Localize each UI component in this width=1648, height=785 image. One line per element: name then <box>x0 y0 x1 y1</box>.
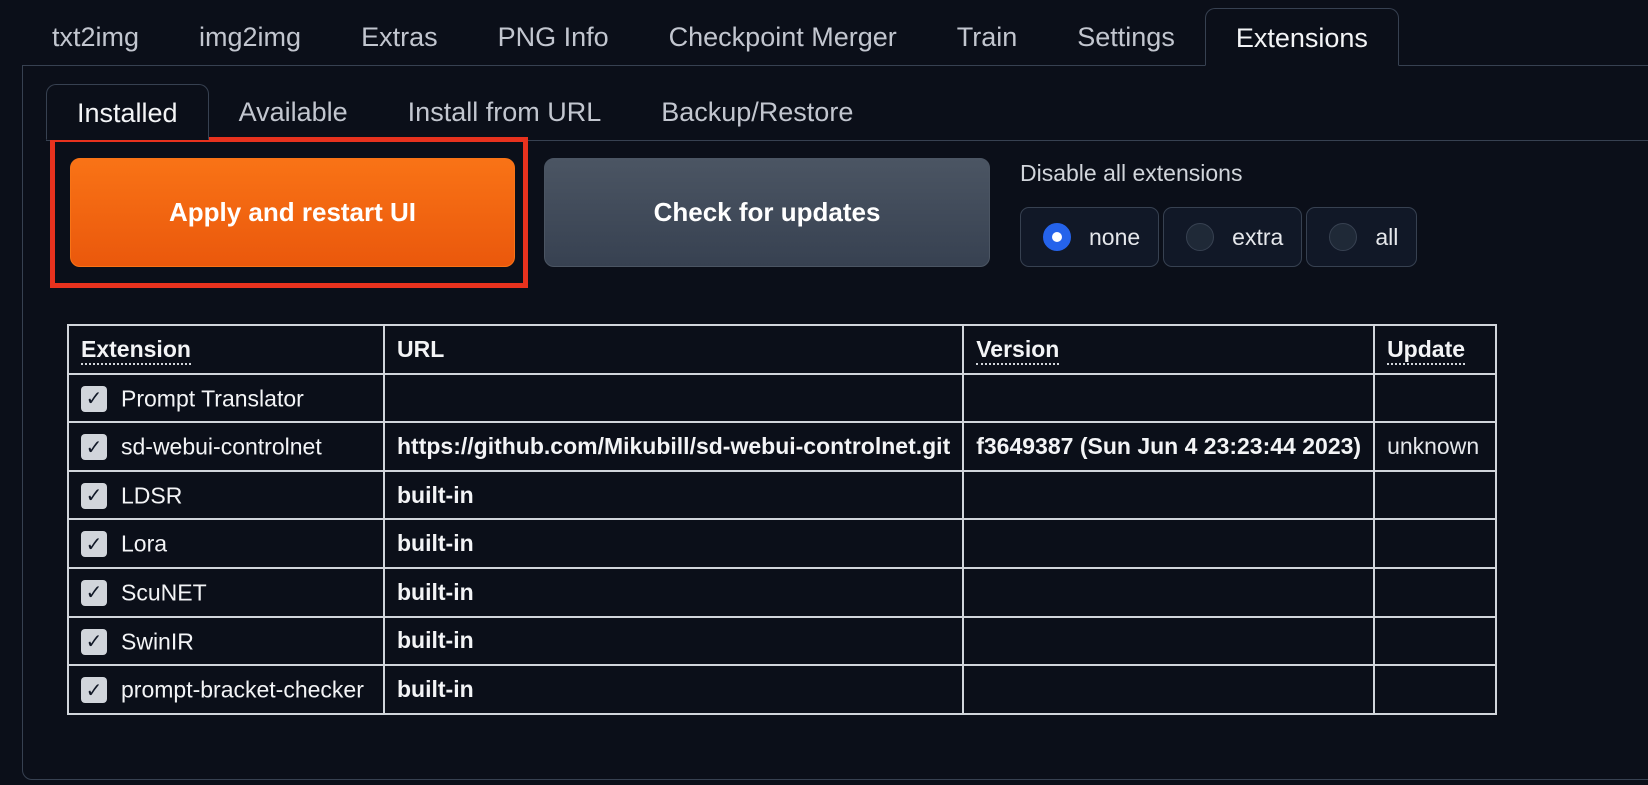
tab-extensions[interactable]: Extensions <box>1204 8 1399 66</box>
tab-settings[interactable]: Settings <box>1047 8 1205 66</box>
tab-img2img[interactable]: img2img <box>169 8 331 66</box>
tab-txt2img[interactable]: txt2img <box>22 8 169 66</box>
tab-checkpoint-merger[interactable]: Checkpoint Merger <box>639 8 927 66</box>
top-tab-bar: txt2img img2img Extras PNG Info Checkpoi… <box>22 8 1648 66</box>
tab-train[interactable]: Train <box>927 8 1048 66</box>
extensions-panel <box>22 65 1648 780</box>
tab-png-info[interactable]: PNG Info <box>468 8 639 66</box>
subtab-installed[interactable]: Installed <box>46 84 209 140</box>
tab-extras[interactable]: Extras <box>331 8 468 66</box>
